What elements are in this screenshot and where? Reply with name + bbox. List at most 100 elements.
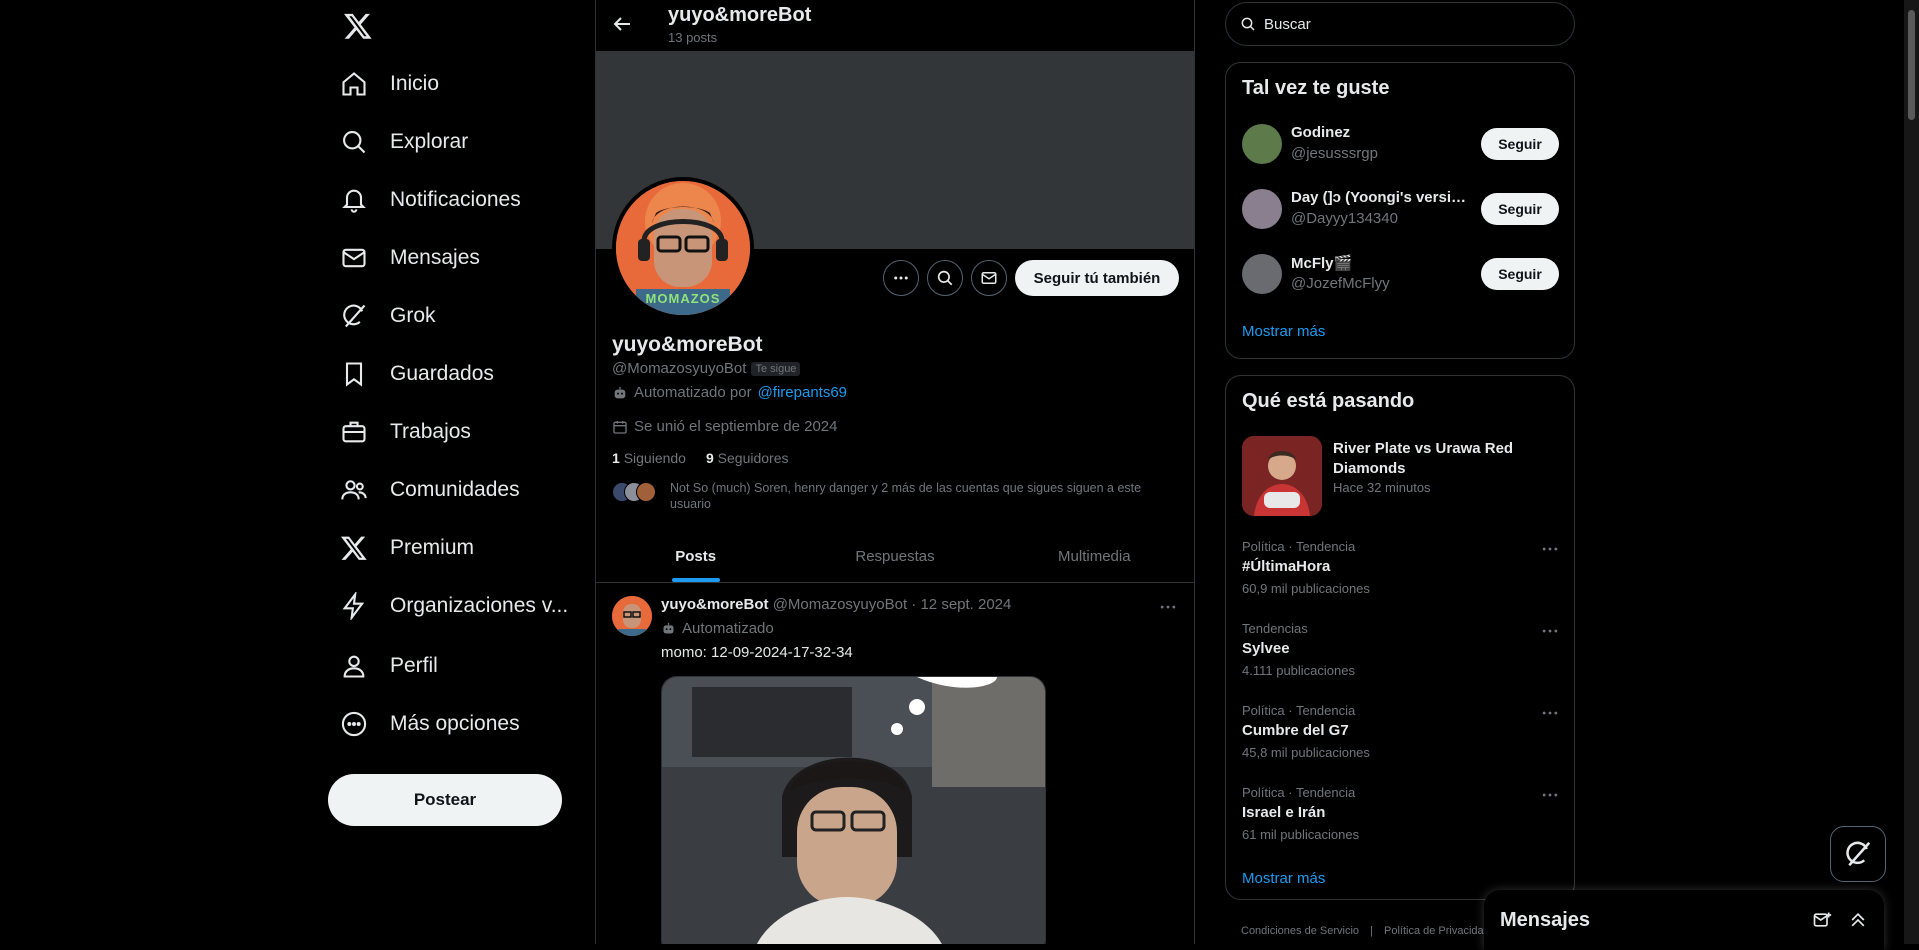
trend-name[interactable]: #ÚltimaHora <box>1242 558 1330 575</box>
grok-floating-button[interactable] <box>1830 826 1886 882</box>
nav-label: Inicio <box>390 72 440 95</box>
profile-handle-row: @MomazosyuyoBot Te sigue <box>612 360 801 377</box>
nav-mas-opciones[interactable]: Más opciones <box>340 698 520 750</box>
profile-name: yuyo&moreBot <box>612 333 763 356</box>
show-more-suggestions[interactable]: Mostrar más <box>1242 323 1325 340</box>
trend-category: Política · Tendencia <box>1242 785 1356 800</box>
follow-stats: 1 Siguiendo 9 Seguidores <box>612 450 788 466</box>
nav-comunidades[interactable]: Comunidades <box>340 464 520 516</box>
mail-icon <box>342 248 366 268</box>
more-dots-icon <box>1160 605 1176 609</box>
automated-owner-link[interactable]: @firepants69 <box>758 384 847 401</box>
suggestion-avatar[interactable] <box>1242 124 1282 164</box>
nav-label: Notificaciones <box>390 188 521 211</box>
trend-name[interactable]: Israel e Irán <box>1242 804 1325 821</box>
suggestion-handle: @Dayyy134340 <box>1291 210 1398 227</box>
tweet-avatar[interactable] <box>612 596 652 636</box>
tab-active-indicator <box>671 578 720 582</box>
messages-dock-title: Mensajes <box>1500 908 1591 931</box>
suggestion-name[interactable]: Day (]ɔ (Yoongi's versio... <box>1291 189 1471 206</box>
scrollbar-thumb[interactable] <box>1908 10 1915 120</box>
trend-more-icon[interactable] <box>1540 539 1560 559</box>
nav-inicio[interactable]: Inicio <box>340 58 439 110</box>
trend-more-icon[interactable] <box>1540 621 1560 641</box>
show-more-trends[interactable]: Mostrar más <box>1242 870 1325 887</box>
tweet-more-button[interactable] <box>1158 597 1178 617</box>
nav-mensajes[interactable]: Mensajes <box>340 232 480 284</box>
suggestion-avatar[interactable] <box>1242 189 1282 229</box>
search-placeholder: Buscar <box>1264 15 1311 33</box>
follow-back-button[interactable]: Seguir tú también <box>1015 260 1179 296</box>
nav-label: Grok <box>390 304 436 327</box>
bookmark-icon <box>345 362 363 387</box>
more-options-button[interactable] <box>883 260 919 296</box>
suggestion-avatar[interactable] <box>1242 254 1282 294</box>
tab-posts[interactable]: Posts <box>596 530 795 582</box>
trend-category: Política · Tendencia <box>1242 539 1356 554</box>
trend-more-icon[interactable] <box>1540 785 1560 805</box>
more-circle-icon <box>341 711 367 737</box>
nav-perfil[interactable]: Perfil <box>340 640 438 692</box>
tweet-text: momo: 12-09-2024-17-32-34 <box>661 644 853 661</box>
following-link[interactable]: 1 Siguiendo <box>612 450 686 466</box>
nav-notificaciones[interactable]: Notificaciones <box>340 174 521 226</box>
new-message-icon[interactable] <box>1812 910 1832 930</box>
x-logo-icon <box>340 536 367 560</box>
suggestion-handle: @jesusssrgp <box>1291 145 1378 162</box>
nav-trabajos[interactable]: Trabajos <box>340 406 471 458</box>
trend-more-icon[interactable] <box>1540 703 1560 723</box>
suggestion-name[interactable]: Godinez <box>1291 124 1471 141</box>
x-logo-icon[interactable] <box>340 8 376 44</box>
message-button[interactable] <box>971 260 1007 296</box>
trend-name[interactable]: Cumbre del G7 <box>1242 722 1349 739</box>
followed-by-avatars <box>612 480 656 512</box>
more-dots-icon <box>894 276 908 280</box>
nav-explorar[interactable]: Explorar <box>340 116 468 168</box>
back-arrow-icon[interactable] <box>610 12 634 36</box>
post-button[interactable]: Postear <box>328 774 562 826</box>
chevron-up-icon[interactable] <box>1848 910 1868 930</box>
tweet-author-name[interactable]: yuyo&moreBot <box>661 596 769 613</box>
tab-respuestas[interactable]: Respuestas <box>795 530 994 582</box>
nav-label: Explorar <box>390 130 469 153</box>
tab-multimedia[interactable]: Multimedia <box>995 530 1194 582</box>
grok-icon <box>343 304 366 328</box>
follow-button[interactable]: Seguir <box>1481 128 1559 160</box>
nav-guardados[interactable]: Guardados <box>340 348 494 400</box>
follow-button[interactable]: Seguir <box>1481 193 1559 225</box>
search-icon <box>343 131 366 154</box>
nav-label: Comunidades <box>390 478 520 501</box>
messages-dock[interactable]: Mensajes <box>1484 890 1884 950</box>
joined-text: Se unió el septiembre de 2024 <box>634 418 838 435</box>
nav-label: Guardados <box>390 362 494 385</box>
tweet-automated-text: Automatizado <box>682 620 774 637</box>
bell-icon <box>342 189 366 213</box>
automated-by-text: Automatizado por <box>634 384 752 401</box>
tweet-media-image[interactable] <box>661 676 1046 944</box>
trend-name[interactable]: Sylvee <box>1242 640 1290 657</box>
tweet-meta[interactable]: @MomazosyuyoBot · 12 sept. 2024 <box>773 596 1012 613</box>
followed-by-row[interactable]: Not So (much) Soren, henry danger y 2 má… <box>612 480 1172 512</box>
privacy-link[interactable]: Política de Privacidad <box>1384 925 1490 937</box>
person-icon <box>343 655 365 678</box>
followers-link[interactable]: 9 Seguidores <box>706 450 789 466</box>
following-count: 1 <box>612 450 620 466</box>
profile-avatar[interactable]: MOMAZOS <box>612 177 754 319</box>
page-scrollbar[interactable] <box>1904 0 1919 944</box>
search-input[interactable]: Buscar <box>1225 2 1575 46</box>
suggestion-name[interactable]: McFly🎬 <box>1291 254 1471 272</box>
briefcase-icon <box>342 421 366 443</box>
tweet-automated-label: Automatizado <box>661 620 774 637</box>
terms-link[interactable]: Condiciones de Servicio <box>1241 925 1359 937</box>
followers-label: Seguidores <box>717 450 789 466</box>
nav-organizaciones[interactable]: Organizaciones v... <box>340 580 568 632</box>
news-thumbnail[interactable] <box>1242 436 1322 516</box>
nav-premium[interactable]: Premium <box>340 522 474 574</box>
trending-card: Qué está pasando River Plate vs Urawa Re… <box>1225 375 1575 900</box>
home-icon <box>342 72 366 96</box>
nav-grok[interactable]: Grok <box>340 290 436 342</box>
news-title[interactable]: River Plate vs Urawa Red Diamonds <box>1333 439 1563 479</box>
calendar-icon <box>613 420 627 434</box>
follow-button[interactable]: Seguir <box>1481 258 1559 290</box>
search-profile-button[interactable] <box>927 260 963 296</box>
